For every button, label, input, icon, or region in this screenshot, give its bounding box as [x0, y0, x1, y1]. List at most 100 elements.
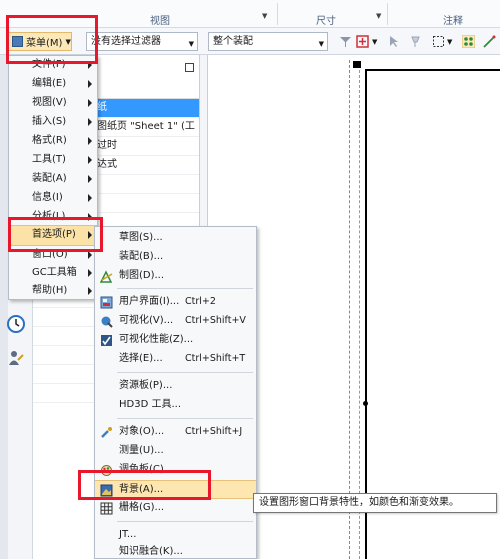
assembly-select[interactable]: 整个装配 ▼ [208, 32, 328, 51]
shortcut-label: Ctrl+Shift+J [185, 426, 243, 437]
drafting-icon [100, 270, 113, 283]
ribbon-group-annotation[interactable]: 注释 [443, 12, 463, 27]
menu-item-label: 测量(U)... [119, 445, 164, 456]
menu-item-tools[interactable]: 工具(T) [9, 151, 97, 170]
pref-item-hd3d-tools[interactable]: HD3D 工具... [95, 396, 256, 415]
menu-item-assembly[interactable]: 装配(A) [9, 170, 97, 189]
chevron-down-icon: ▼ [188, 40, 194, 48]
main-menu: 文件(F) 编辑(E) 视图(V) 插入(S) 格式(R) 工具(T) 装配(A… [8, 55, 98, 300]
pref-item-sketch[interactable]: 草图(S)... [95, 229, 256, 248]
maximize-icon[interactable] [185, 63, 194, 72]
pref-item-object[interactable]: 对象(O)... Ctrl+Shift+J [95, 423, 256, 442]
annotation-box-menu [6, 15, 98, 64]
menu-divider [117, 288, 253, 289]
chevron-down-icon[interactable]: ▼ [447, 38, 452, 46]
menu-item-label: 视图(V) [32, 97, 67, 108]
menu-item-label: 装配(B)... [119, 251, 164, 262]
menu-item-label: 工具(T) [32, 154, 66, 165]
menu-item-label: 草图(S)... [119, 232, 163, 243]
chevron-right-icon [88, 99, 92, 107]
menu-item-help[interactable]: 帮助(H) [9, 282, 97, 301]
select-box-icon[interactable] [432, 35, 445, 48]
menu-divider [117, 372, 253, 373]
menu-item-edit[interactable]: 编辑(E) [9, 75, 97, 94]
menu-divider [117, 418, 253, 419]
menu-item-label: 可视化(V)... [119, 315, 174, 326]
ribbon-group-view-arrow[interactable]: ▼ [262, 12, 267, 20]
ribbon-group-dimension-arrow[interactable]: ▼ [376, 12, 381, 20]
drawing-sheet-frame [365, 69, 500, 559]
menu-item-label: 对象(O)... [119, 426, 165, 437]
chevron-right-icon [88, 137, 92, 145]
chevron-right-icon [88, 80, 92, 88]
menu-item-format[interactable]: 格式(R) [9, 132, 97, 151]
menu-item-label: 格式(R) [32, 135, 67, 146]
pin-icon[interactable] [409, 35, 422, 48]
shortcut-label: Ctrl+2 [185, 296, 216, 307]
menu-item-label: 装配(A) [32, 173, 67, 184]
cursor-icon[interactable] [388, 35, 401, 48]
roles-icon[interactable] [6, 348, 26, 368]
shortcut-label: Ctrl+Shift+T [185, 353, 246, 364]
ribbon-group-dimension[interactable]: 尺寸 [316, 12, 336, 27]
chevron-down-icon[interactable]: ▼ [372, 38, 377, 46]
ribbon-separator [277, 3, 278, 25]
ribbon-separator [387, 3, 388, 25]
pref-item-knowledge-fusion[interactable]: 知识融合(K)... [95, 543, 256, 559]
pref-item-visualization-performance[interactable]: 可视化性能(Z)... [95, 331, 256, 350]
menu-item-label: 可视化性能(Z)... [119, 334, 194, 345]
pref-item-resource-bar[interactable]: 资源板(P)... [95, 377, 256, 396]
line-icon[interactable] [483, 35, 496, 48]
performance-icon [101, 335, 112, 346]
menu-item-label: 用户界面(I)... [119, 296, 180, 307]
chevron-right-icon [88, 194, 92, 202]
menu-item-label: 栅格(G)... [119, 502, 165, 513]
menu-item-label: HD3D 工具... [119, 399, 181, 410]
preferences-submenu: 草图(S)... 装配(B)... 制图(D)... 用户界面(I)... Ct… [94, 226, 257, 559]
chevron-right-icon [88, 175, 92, 183]
menu-item-label: 资源板(P)... [119, 380, 173, 391]
pref-item-drafting[interactable]: 制图(D)... [95, 267, 256, 286]
pref-item-visualization[interactable]: 可视化(V)... Ctrl+Shift+V [95, 312, 256, 331]
visualization-icon [101, 316, 113, 328]
menu-item-label: 制图(D)... [119, 270, 165, 281]
snap-icon[interactable] [356, 35, 369, 48]
menu-item-label: 信息(I) [32, 192, 63, 203]
pref-item-measure[interactable]: 测量(U)... [95, 442, 256, 461]
filter-select[interactable]: 没有选择过滤器 ▼ [86, 32, 198, 51]
menu-item-label: JT... [119, 529, 137, 540]
menu-item-information[interactable]: 信息(I) [9, 189, 97, 208]
assembly-select-value: 整个装配 [213, 36, 253, 47]
menu-item-view[interactable]: 视图(V) [9, 94, 97, 113]
tooltip: 设置图形窗口背景特性，如颜色和渐变效果。 [253, 493, 497, 513]
left-resource-strip [0, 55, 8, 559]
drawing-border-dashed [359, 65, 361, 559]
menu-item-insert[interactable]: 插入(S) [9, 113, 97, 132]
filter-select-value: 没有选择过滤器 [91, 36, 161, 47]
menu-item-gc-toolbox[interactable]: GC工具箱 [9, 264, 97, 283]
menu-item-label: 选择(E)... [119, 353, 163, 364]
annotation-box-preferences [8, 217, 103, 252]
object-icon [101, 427, 112, 438]
ribbon-group-view[interactable]: 视图 [150, 12, 170, 27]
menu-item-label: 插入(S) [32, 116, 67, 127]
chevron-right-icon [88, 251, 92, 259]
annotation-box-background [78, 470, 211, 500]
chevron-right-icon [88, 269, 92, 277]
chevron-right-icon [88, 118, 92, 126]
drawing-point-marker [363, 401, 368, 406]
pref-item-user-interface[interactable]: 用户界面(I)... Ctrl+2 [95, 293, 256, 312]
menu-item-label: GC工具箱 [32, 267, 77, 278]
menu-item-label: 编辑(E) [32, 78, 67, 89]
chevron-right-icon [88, 156, 92, 164]
clock-icon[interactable] [6, 314, 26, 334]
menu-item-label: 知识融合(K)... [119, 546, 183, 557]
filter-icon[interactable] [339, 35, 352, 48]
pref-item-selection[interactable]: 选择(E)... Ctrl+Shift+T [95, 350, 256, 369]
chevron-down-icon: ▼ [318, 40, 324, 48]
menu-divider [117, 521, 253, 522]
chevron-right-icon [88, 287, 92, 295]
pref-item-grid[interactable]: 栅格(G)... [95, 499, 256, 518]
point-snap-icon[interactable] [462, 35, 475, 48]
pref-item-assembly[interactable]: 装配(B)... [95, 248, 256, 267]
